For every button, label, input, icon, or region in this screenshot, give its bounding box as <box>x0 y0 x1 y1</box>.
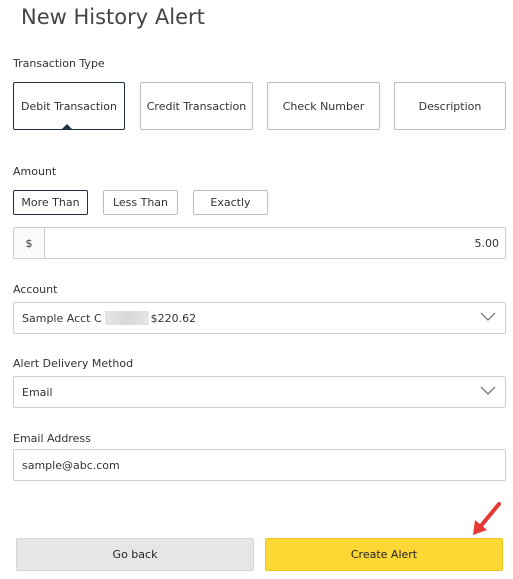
chevron-down-icon <box>480 386 496 395</box>
delivery-method-label: Alert Delivery Method <box>13 357 134 370</box>
transaction-type-credit-button[interactable]: Credit Transaction <box>140 82 253 130</box>
email-address-label: Email Address <box>13 432 91 445</box>
amount-input-group: $ 5.00 <box>13 227 506 259</box>
amount-less-than-button[interactable]: Less Than <box>103 190 178 215</box>
delivery-method-value: Email <box>22 385 53 399</box>
currency-prefix: $ <box>14 228 45 258</box>
chevron-down-icon <box>480 312 496 321</box>
pointer-arrow-icon <box>473 502 501 535</box>
redacted-account-number <box>104 311 149 325</box>
page-title: New History Alert <box>21 5 205 29</box>
transaction-type-description-button[interactable]: Description <box>394 82 506 130</box>
go-back-label: Go back <box>112 548 158 561</box>
create-alert-button[interactable]: Create Alert <box>265 538 503 571</box>
transaction-type-check-number-label: Check Number <box>282 99 365 113</box>
amount-input[interactable]: 5.00 <box>45 228 505 258</box>
create-alert-label: Create Alert <box>350 548 418 561</box>
amount-less-than-label: Less Than <box>112 196 169 209</box>
transaction-type-label: Transaction Type <box>13 57 105 70</box>
email-address-input[interactable]: sample@abc.com <box>13 449 506 481</box>
amount-exactly-button[interactable]: Exactly <box>193 190 268 215</box>
delivery-method-select[interactable]: Email <box>13 376 506 408</box>
email-address-value: sample@abc.com <box>22 458 120 472</box>
go-back-button[interactable]: Go back <box>16 538 254 571</box>
amount-more-than-label: More Than <box>21 196 80 209</box>
amount-label: Amount <box>13 165 57 178</box>
account-select[interactable]: Sample Acct C $220.62 <box>13 302 506 334</box>
selected-indicator-caret <box>62 124 72 129</box>
amount-more-than-button[interactable]: More Than <box>13 190 88 215</box>
transaction-type-check-number-button[interactable]: Check Number <box>267 82 380 130</box>
transaction-type-debit-label: Debit Transaction <box>20 99 117 113</box>
transaction-type-description-label: Description <box>418 99 482 113</box>
amount-exactly-label: Exactly <box>210 196 251 209</box>
account-label: Account <box>13 283 58 296</box>
account-name-text: Sample Acct C <box>22 311 102 325</box>
transaction-type-credit-label: Credit Transaction <box>146 99 247 113</box>
account-balance-text: $220.62 <box>150 311 197 325</box>
transaction-type-debit-button[interactable]: Debit Transaction <box>13 82 125 130</box>
